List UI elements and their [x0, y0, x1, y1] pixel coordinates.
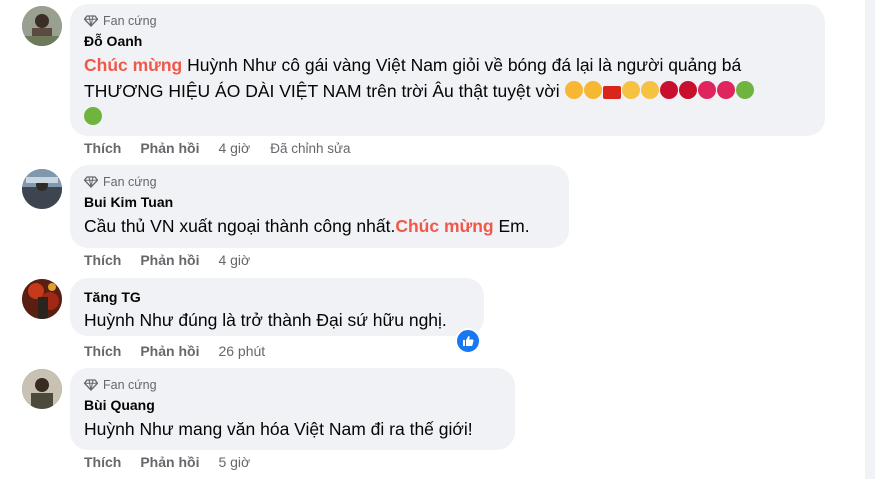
reaction-badge[interactable] [455, 328, 481, 354]
avatar[interactable] [22, 369, 62, 409]
comment-text: Huỳnh Như đúng là trở thành Đại sứ hữu n… [84, 310, 447, 330]
like-button[interactable]: Thích [84, 252, 121, 268]
comment-body: Cầu thủ VN xuất ngoại thành công nhất. [84, 216, 396, 236]
diamond-icon [84, 379, 98, 391]
highlight-text: Chúc mừng [84, 55, 183, 75]
comment-body-end: Em. [493, 216, 530, 236]
fan-badge-label: Fan cứng [103, 175, 157, 189]
comment-text: Chúc mừng Huỳnh Như cô gái vàng Việt Nam… [84, 52, 813, 130]
timestamp[interactable]: 5 giờ [218, 454, 250, 470]
reply-button[interactable]: Phản hồi [140, 140, 199, 156]
avatar[interactable] [22, 169, 62, 209]
comment-actions: Thích Phản hồi 26 phút [84, 343, 285, 359]
reply-button[interactable]: Phản hồi [140, 343, 199, 359]
comment-text: Huỳnh Như mang văn hóa Việt Nam đi ra th… [84, 419, 473, 439]
avatar[interactable] [22, 6, 62, 46]
reply-button[interactable]: Phản hồi [140, 252, 199, 268]
comment-item: Fan cứng Bùi Quang Huỳnh Như mang văn hó… [0, 365, 860, 479]
timestamp[interactable]: 4 giờ [218, 252, 250, 268]
avatar[interactable] [22, 279, 62, 319]
fan-badge: Fan cứng [84, 376, 503, 394]
fan-badge-label: Fan cứng [103, 14, 157, 28]
clapping-hands-icon [622, 81, 641, 99]
herb-icon [84, 107, 102, 125]
highlight-text: Chúc mừng [395, 216, 494, 236]
clapping-hands-icon [641, 81, 660, 99]
comment-bubble: Tăng TG Huỳnh Như đúng là trở thành Đại … [70, 278, 484, 336]
comment-bubble: Fan cứng Bui Kim Tuan Cầu thủ VN xuất ng… [70, 165, 569, 248]
edited-label: Đã chỉnh sửa [270, 140, 351, 156]
fan-badge: Fan cứng [84, 173, 557, 191]
reply-button[interactable]: Phản hồi [140, 454, 199, 470]
smiling-face-with-hearts-icon [584, 81, 603, 99]
herb-icon [736, 81, 755, 99]
like-button[interactable]: Thích [84, 454, 121, 470]
like-button[interactable]: Thích [84, 140, 121, 156]
vietnam-flag-icon [603, 86, 622, 99]
rose-icon [679, 81, 698, 99]
comment-actions: Thích Phản hồi 4 giờ [84, 252, 270, 268]
comment-actions: Thích Phản hồi 5 giờ [84, 454, 270, 470]
comment-author[interactable]: Bùi Quang [84, 396, 503, 414]
comment-actions: Thích Phản hồi 4 giờ Đã chỉnh sửa [84, 140, 351, 156]
diamond-icon [84, 176, 98, 188]
comment-author[interactable]: Đỗ Oanh [84, 32, 813, 50]
comment-item: Fan cứng Đỗ Oanh Chúc mừng Huỳnh Như cô … [0, 0, 860, 165]
timestamp[interactable]: 26 phút [218, 343, 265, 359]
comment-item: Tăng TG Huỳnh Như đúng là trở thành Đại … [0, 275, 860, 365]
comment-text: Cầu thủ VN xuất ngoại thành công nhất.Ch… [84, 213, 557, 239]
thumbs-up-icon [463, 336, 474, 346]
like-button[interactable]: Thích [84, 343, 121, 359]
red-heart-icon [717, 81, 736, 99]
fan-badge-label: Fan cứng [103, 378, 157, 392]
comment-author[interactable]: Tăng TG [84, 288, 472, 306]
comment-bubble: Fan cứng Đỗ Oanh Chúc mừng Huỳnh Như cô … [70, 4, 825, 136]
page-edge [865, 0, 875, 479]
comment-bubble: Fan cứng Bùi Quang Huỳnh Như mang văn hó… [70, 368, 515, 450]
comment-item: Fan cứng Bui Kim Tuan Cầu thủ VN xuất ng… [0, 165, 860, 275]
timestamp[interactable]: 4 giờ [218, 140, 250, 156]
rose-icon [660, 81, 679, 99]
fan-badge: Fan cứng [84, 12, 813, 30]
diamond-icon [84, 15, 98, 27]
comment-author[interactable]: Bui Kim Tuan [84, 193, 557, 211]
red-heart-icon [698, 81, 717, 99]
smiling-face-with-hearts-icon [565, 81, 584, 99]
